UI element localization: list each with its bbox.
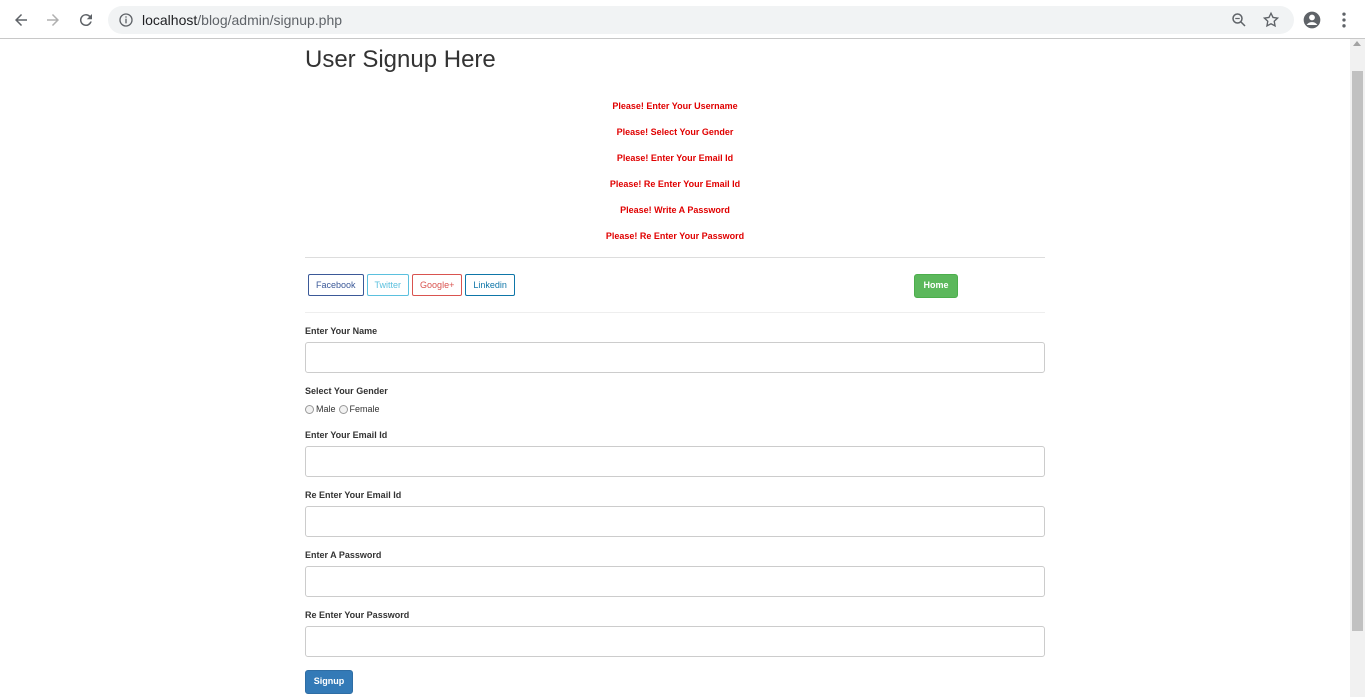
- forward-button[interactable]: [41, 8, 65, 32]
- repassword-input[interactable]: [305, 626, 1045, 657]
- forward-arrow-icon: [47, 14, 59, 26]
- error-username: Please! Enter Your Username: [612, 101, 738, 111]
- reemail-label: Re Enter Your Email Id: [305, 490, 402, 500]
- repassword-label: Re Enter Your Password: [305, 610, 410, 620]
- browser-toolbar: localhost/blog/admin/signup.php: [0, 0, 1365, 39]
- error-email: Please! Enter Your Email Id: [616, 153, 734, 163]
- twitter-button[interactable]: Twitter: [366, 274, 410, 296]
- back-arrow-icon: [15, 14, 27, 26]
- page-title: User Signup Here: [305, 46, 496, 73]
- error-gender: Please! Select Your Gender: [616, 127, 734, 137]
- gender-male-radio[interactable]: [305, 404, 314, 414]
- email-input[interactable]: [305, 446, 1045, 477]
- error-repassword: Please! Re Enter Your Password: [605, 231, 745, 241]
- url-path: /blog/admin/signup.php: [197, 12, 343, 28]
- facebook-button[interactable]: Facebook: [308, 274, 364, 296]
- account-icon[interactable]: [1302, 10, 1322, 30]
- gender-label: Select Your Gender: [305, 386, 388, 396]
- back-button[interactable]: [9, 8, 33, 32]
- social-buttons: Facebook Twitter Google+ Linkedin: [308, 274, 515, 296]
- gender-male-label: Male: [316, 404, 336, 414]
- divider: [305, 312, 1045, 313]
- gender-options: Male Female: [305, 404, 383, 414]
- scrollbar-thumb[interactable]: [1352, 71, 1363, 631]
- error-password: Please! Write A Password: [620, 205, 730, 215]
- zoom-icon[interactable]: [1230, 11, 1248, 29]
- password-label: Enter A Password: [305, 550, 382, 560]
- divider: [305, 257, 1045, 258]
- info-icon[interactable]: [118, 12, 134, 28]
- error-list: Please! Enter Your Username Please! Sele…: [305, 101, 1045, 257]
- linkedin-button[interactable]: Linkedin: [465, 274, 515, 296]
- name-input[interactable]: [305, 342, 1045, 373]
- url-host: localhost: [142, 12, 198, 28]
- url-text[interactable]: localhost/blog/admin/signup.php: [142, 12, 342, 28]
- email-label: Enter Your Email Id: [305, 430, 388, 440]
- page-scrollbar[interactable]: [1350, 39, 1365, 697]
- gender-female-label: Female: [349, 404, 380, 414]
- googleplus-button[interactable]: Google+: [412, 274, 463, 296]
- home-button[interactable]: Home: [914, 274, 958, 298]
- password-input[interactable]: [305, 566, 1045, 597]
- bookmark-star-icon[interactable]: [1262, 11, 1280, 29]
- menu-kebab-icon[interactable]: [1334, 10, 1354, 30]
- address-bar[interactable]: localhost/blog/admin/signup.php: [108, 6, 1294, 34]
- scroll-up-arrow-icon[interactable]: [1353, 41, 1361, 46]
- reload-icon: [79, 14, 92, 27]
- error-reemail: Please! Re Enter Your Email Id: [609, 179, 741, 189]
- gender-female-radio[interactable]: [338, 404, 348, 414]
- reload-button[interactable]: [74, 8, 98, 32]
- signup-button[interactable]: Signup: [305, 670, 353, 694]
- name-label: Enter Your Name: [305, 326, 378, 336]
- reemail-input[interactable]: [305, 506, 1045, 537]
